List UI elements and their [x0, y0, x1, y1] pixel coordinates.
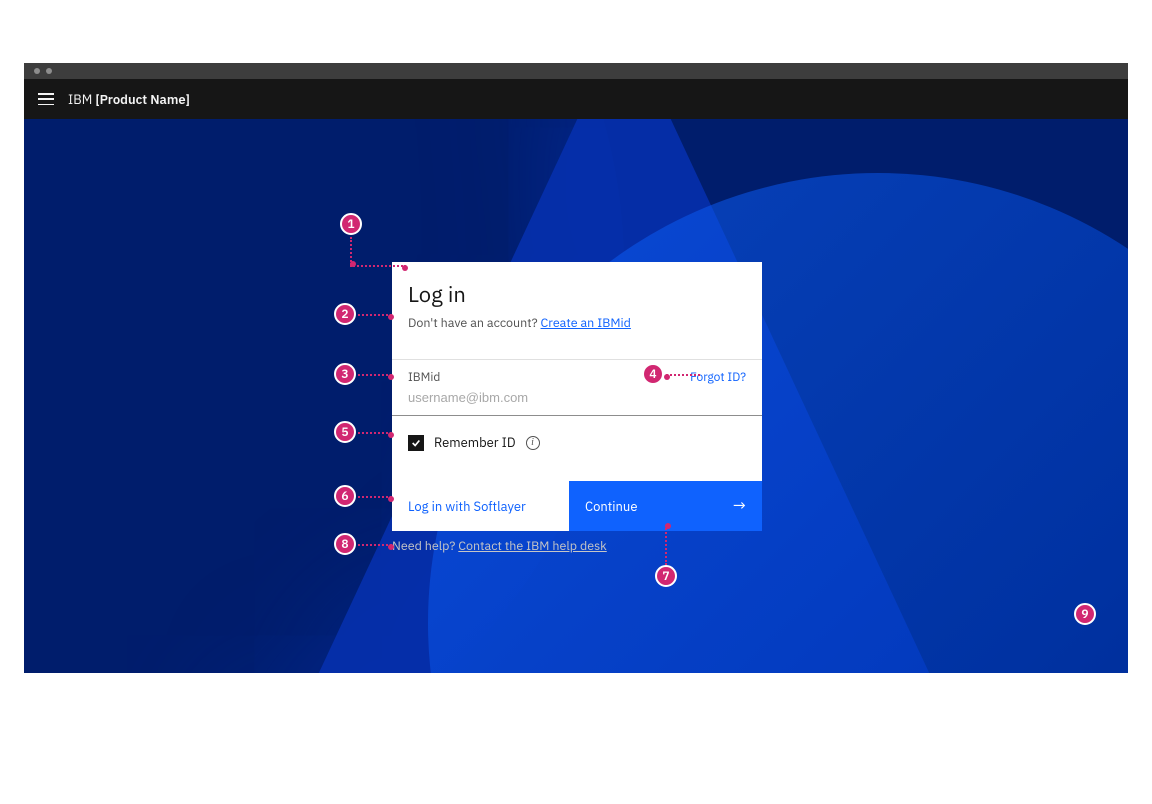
- continue-label: Continue: [585, 498, 637, 515]
- annotation-connector: [358, 544, 392, 546]
- window-dot: [34, 68, 40, 74]
- info-icon[interactable]: i: [526, 436, 540, 450]
- create-account-line: Don't have an account? Create an IBMid: [408, 315, 746, 331]
- remember-row: Remember ID i: [392, 416, 762, 481]
- ibmid-input[interactable]: [408, 388, 746, 415]
- login-title: Log in: [408, 280, 746, 309]
- arrow-right-icon: →: [733, 496, 746, 516]
- annotation-connector: [350, 265, 406, 267]
- annotation-badge-1: 1: [340, 213, 362, 235]
- annotation-badge-5: 5: [334, 421, 356, 443]
- browser-titlebar: [24, 63, 1128, 79]
- forgot-id-link[interactable]: Forgot ID?: [690, 370, 746, 385]
- menu-icon[interactable]: [38, 93, 54, 105]
- annotation-connector: [666, 374, 700, 376]
- help-prefix: Need help?: [392, 538, 458, 554]
- annotation-badge-7: 7: [655, 565, 677, 587]
- brand-product-name: [Product Name]: [95, 91, 190, 108]
- remember-checkbox[interactable]: [408, 435, 424, 451]
- annotation-badge-6: 6: [334, 485, 356, 507]
- annotation-badge-9: 9: [1074, 603, 1096, 625]
- app-header: IBM [Product Name]: [24, 79, 1128, 119]
- annotation-connector: [665, 525, 667, 565]
- annotation-badge-4: 4: [642, 363, 664, 385]
- annotation-connector: [358, 314, 392, 316]
- annotation-badge-2: 2: [334, 303, 356, 325]
- ibmid-label: IBMid: [408, 370, 440, 385]
- login-card-header: Log in Don't have an account? Create an …: [392, 262, 762, 360]
- annotation-connector: [350, 237, 352, 265]
- annotation-badge-3: 3: [334, 363, 356, 385]
- softlayer-login-link[interactable]: Log in with Softlayer: [392, 481, 569, 531]
- annotation-connector: [358, 374, 392, 376]
- annotation-connector: [358, 496, 392, 498]
- login-card-actions: Log in with Softlayer Continue →: [392, 481, 762, 531]
- help-desk-link[interactable]: Contact the IBM help desk: [458, 538, 606, 554]
- app-window: IBM [Product Name] Log in Don't have an …: [24, 63, 1128, 673]
- ibmid-field-wrap: IBMid Forgot ID?: [392, 360, 762, 416]
- brand-prefix: IBM: [68, 91, 95, 108]
- help-line: Need help? Contact the IBM help desk: [392, 538, 607, 554]
- remember-label: Remember ID: [434, 434, 516, 451]
- create-ibmid-link[interactable]: Create an IBMid: [541, 315, 631, 331]
- annotation-badge-8: 8: [334, 533, 356, 555]
- login-card: Log in Don't have an account? Create an …: [392, 262, 762, 531]
- window-dot: [46, 68, 52, 74]
- brand-title: IBM [Product Name]: [68, 91, 190, 108]
- annotation-connector: [358, 432, 392, 434]
- no-account-text: Don't have an account?: [408, 315, 541, 331]
